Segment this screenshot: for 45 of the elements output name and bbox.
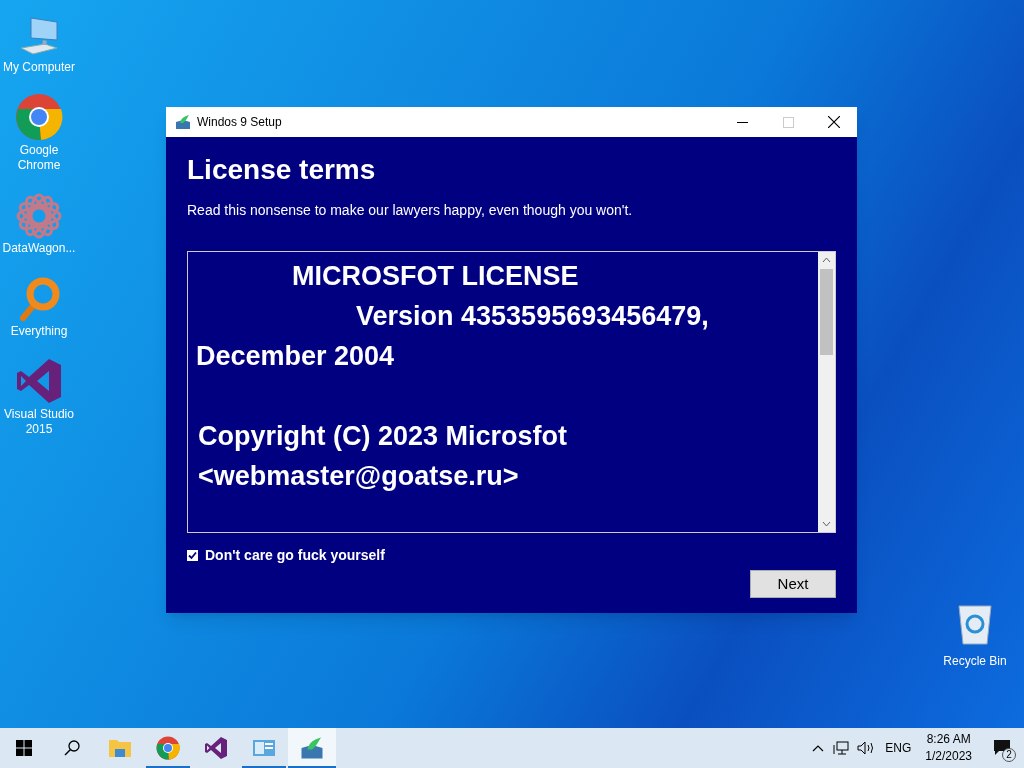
scrollbar-thumb[interactable] bbox=[820, 269, 833, 355]
vs-icon bbox=[204, 736, 228, 760]
taskbar-app[interactable] bbox=[288, 728, 336, 768]
clock[interactable]: 8:26 AM 1/2/2023 bbox=[917, 731, 980, 765]
scroll-up-icon bbox=[822, 257, 831, 263]
chrome-icon bbox=[15, 93, 63, 141]
desktop-icon-label[interactable]: Google Chrome bbox=[0, 143, 78, 173]
snowflake-pattern-icon bbox=[16, 193, 62, 239]
license-paragraph: Version 4353595693456479, December 2004 bbox=[196, 300, 710, 373]
scrollbar[interactable] bbox=[818, 252, 835, 532]
notifications-button[interactable]: 2 bbox=[980, 728, 1024, 768]
license-paragraph: Copyright (C) 2023 Microsfot <webmaster@goatse.ru> bbox=[197, 420, 569, 493]
license-paragraph: MICROSFOT LICENSE bbox=[291, 260, 580, 293]
speaker-icon[interactable] bbox=[857, 741, 876, 755]
notification-count: 2 bbox=[1002, 748, 1016, 762]
chevron-up-icon[interactable] bbox=[812, 744, 825, 752]
folder-icon bbox=[108, 737, 132, 759]
setup-icon bbox=[175, 114, 191, 130]
next-button[interactable]: Next bbox=[750, 570, 836, 598]
control-panel-icon bbox=[252, 737, 276, 759]
clock-date: 1/2/2023 bbox=[925, 748, 972, 765]
desktop-icon-label[interactable]: Visual Studio 2015 bbox=[0, 407, 78, 437]
desktop-icon-label[interactable]: My Computer bbox=[0, 60, 78, 75]
desktop-icon-label[interactable]: DataWagon... bbox=[0, 241, 78, 256]
agree-checkbox[interactable] bbox=[187, 550, 198, 561]
language-indicator[interactable]: ENG bbox=[885, 739, 912, 757]
desktop-icon-label[interactable]: Everything bbox=[0, 324, 78, 339]
checkbox-label: Don't care go fuck yourself bbox=[205, 546, 385, 565]
desktop-icon-label[interactable]: Recycle Bin bbox=[943, 652, 1007, 670]
message-icon bbox=[993, 739, 1011, 757]
scroll-down-icon bbox=[822, 521, 831, 527]
search-icon bbox=[64, 740, 80, 756]
chrome-icon bbox=[156, 736, 180, 760]
magnifier-icon bbox=[17, 276, 61, 322]
page-heading: License terms bbox=[187, 153, 377, 187]
window-title: Windos 9 Setup bbox=[197, 114, 282, 131]
maximize-icon bbox=[782, 116, 794, 128]
vs-icon bbox=[15, 357, 63, 405]
windows-logo-icon bbox=[16, 740, 32, 756]
setup-icon bbox=[300, 736, 324, 760]
close-icon bbox=[828, 116, 840, 128]
page-subtitle: Read this nonsense to make our lawyers happy, even though you won't. bbox=[187, 201, 634, 220]
clock-time: 8:26 AM bbox=[926, 731, 971, 748]
network-icon[interactable] bbox=[833, 741, 850, 755]
minimize-icon bbox=[736, 121, 748, 123]
